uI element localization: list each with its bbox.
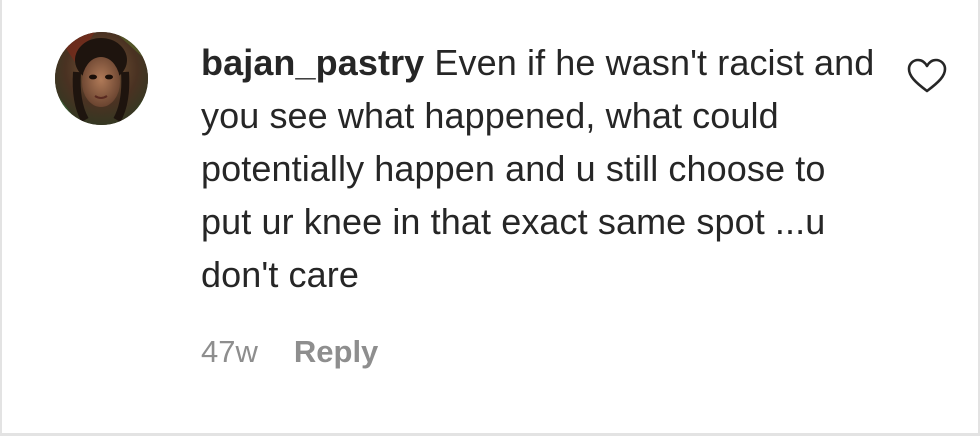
comment-panel: bajan_pastry Even if he wasn't racist an…: [0, 0, 980, 436]
avatar-photo: [55, 32, 148, 125]
avatar[interactable]: [55, 32, 148, 125]
comment-item: bajan_pastry Even if he wasn't racist an…: [2, 0, 978, 433]
comment-meta: 47w Reply: [201, 334, 378, 370]
like-button[interactable]: [907, 58, 947, 94]
comment-username[interactable]: bajan_pastry: [201, 42, 424, 83]
reply-button[interactable]: Reply: [294, 334, 378, 370]
heart-outline-icon: [907, 58, 947, 93]
comment-timestamp[interactable]: 47w: [201, 334, 258, 370]
comment-body: bajan_pastry Even if he wasn't racist an…: [201, 36, 881, 301]
